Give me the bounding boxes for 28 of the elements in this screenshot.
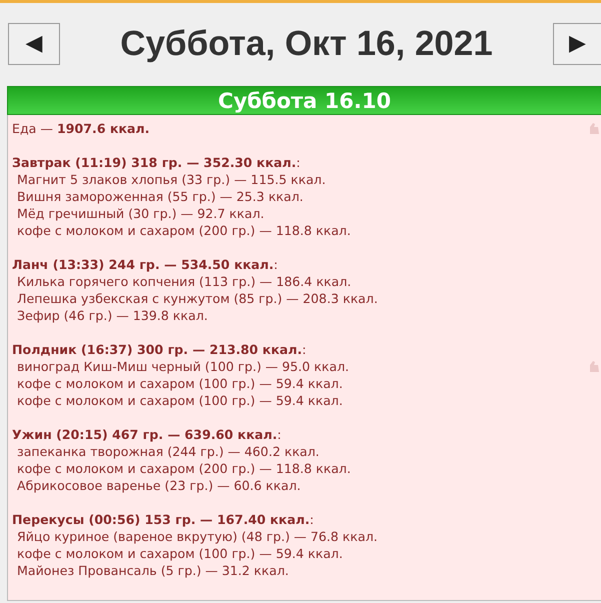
food-item: кофе с молоком и сахаром (100 гр.) — 59.4 ккал. bbox=[17, 545, 343, 562]
date-title: Суббота, Окт 16, 2021 bbox=[119, 22, 494, 64]
food-item: Вишня замороженная (55 гр.) — 25.3 ккал. bbox=[17, 188, 304, 205]
food-item: Магнит 5 злаков хлопья (33 гр.) — 115.5 ккал. bbox=[17, 171, 326, 188]
total-calories: Еда — 1907.6 ккал. bbox=[12, 120, 150, 137]
food-item: кофе с молоком и сахаром (100 гр.) — 59.4 ккал. bbox=[17, 392, 343, 409]
food-item: Зефир (46 гр.) — 139.8 ккал. bbox=[17, 307, 208, 324]
food-item: кофе с молоком и сахаром (200 гр.) — 118.8 ккал. bbox=[17, 460, 351, 477]
food-item: виноград Киш-Миш черный (100 гр.) — 95.0 ккал. bbox=[17, 358, 350, 375]
food-item: Абрикосовое варенье (23 гр.) — 60.6 ккал. bbox=[17, 477, 301, 494]
meal-heading: Полдник (16:37) 300 гр. — 213.80 ккал.: bbox=[12, 341, 306, 358]
meal-heading: Ужин (20:15) 467 гр. — 639.60 ккал.: bbox=[12, 426, 282, 443]
day-header: Суббота 16.10 bbox=[7, 86, 601, 115]
food-item: Мёд гречишный (30 гр.) — 92.7 ккал. bbox=[17, 205, 264, 222]
food-item: кофе с молоком и сахаром (200 гр.) — 118.8 ккал. bbox=[17, 222, 351, 239]
food-item: Лепешка узбекская с кунжутом (85 гр.) — 208.3 ккал. bbox=[17, 290, 378, 307]
next-day-button[interactable]: ▶ bbox=[553, 22, 601, 64]
food-item: Килька горячего копчения (113 гр.) — 186.4 ккал. bbox=[17, 273, 352, 290]
meal-heading: Ланч (13:33) 244 гр. — 534.50 ккал.: bbox=[12, 256, 278, 273]
thumb-icon[interactable] bbox=[588, 360, 599, 373]
food-item: запеканка творожная (244 гр.) — 460.2 ккал. bbox=[17, 443, 320, 460]
previous-day-button[interactable]: ◀ bbox=[8, 22, 60, 64]
food-item: кофе с молоком и сахаром (100 гр.) — 59.4 ккал. bbox=[17, 375, 343, 392]
meal-heading: Перекусы (00:56) 153 гр. — 167.40 ккал.: bbox=[12, 511, 314, 528]
thumb-icon[interactable] bbox=[588, 122, 599, 135]
meal-heading: Завтрак (11:19) 318 гр. — 352.30 ккал.: bbox=[12, 154, 300, 171]
food-item: Яйцо куриное (вареное вкрутую) (48 гр.) — 76.8 ккал. bbox=[17, 528, 378, 545]
food-item: Майонез Провансаль (5 гр.) — 31.2 ккал. bbox=[17, 562, 289, 579]
